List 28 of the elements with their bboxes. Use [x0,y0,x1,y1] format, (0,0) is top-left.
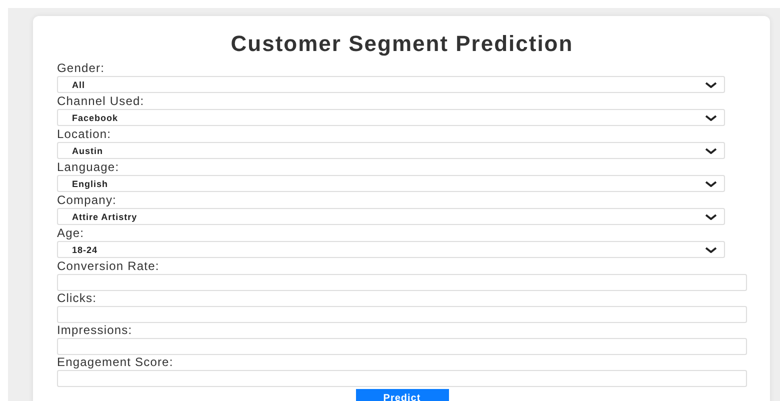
page-title: Customer Segment Prediction [230,30,574,58]
caret-icon [705,246,717,252]
dropdown[interactable]: Austin [57,142,725,159]
caret-icon [705,148,717,154]
caret-icon [705,180,717,186]
dropdown[interactable]: Attire Artistry [57,208,725,225]
input-field[interactable] [57,370,747,387]
predict-button[interactable]: Predict [356,389,448,401]
field-label: Gender: [57,61,106,76]
input-field[interactable] [57,338,747,355]
input-field[interactable] [57,306,747,323]
dropdown[interactable]: Facebook [57,109,725,126]
field-label: Language: [57,160,120,175]
dropdown[interactable]: English [57,175,725,192]
field-label: Conversion Rate: [57,259,160,274]
field-label: Company: [57,193,118,208]
dropdown[interactable]: 18-24 [57,241,725,258]
caret-icon [705,214,717,220]
field-label: Engagement Score: [57,355,174,370]
field-label: Location: [57,127,112,142]
field-label: Clicks: [57,291,98,306]
dropdown[interactable]: All [57,76,725,93]
field-label: Impressions: [57,323,134,338]
field-label: Channel Used: [57,94,146,109]
caret-icon [705,82,717,88]
caret-icon [705,114,717,120]
field-label: Age: [57,226,86,241]
input-field[interactable] [57,274,747,291]
